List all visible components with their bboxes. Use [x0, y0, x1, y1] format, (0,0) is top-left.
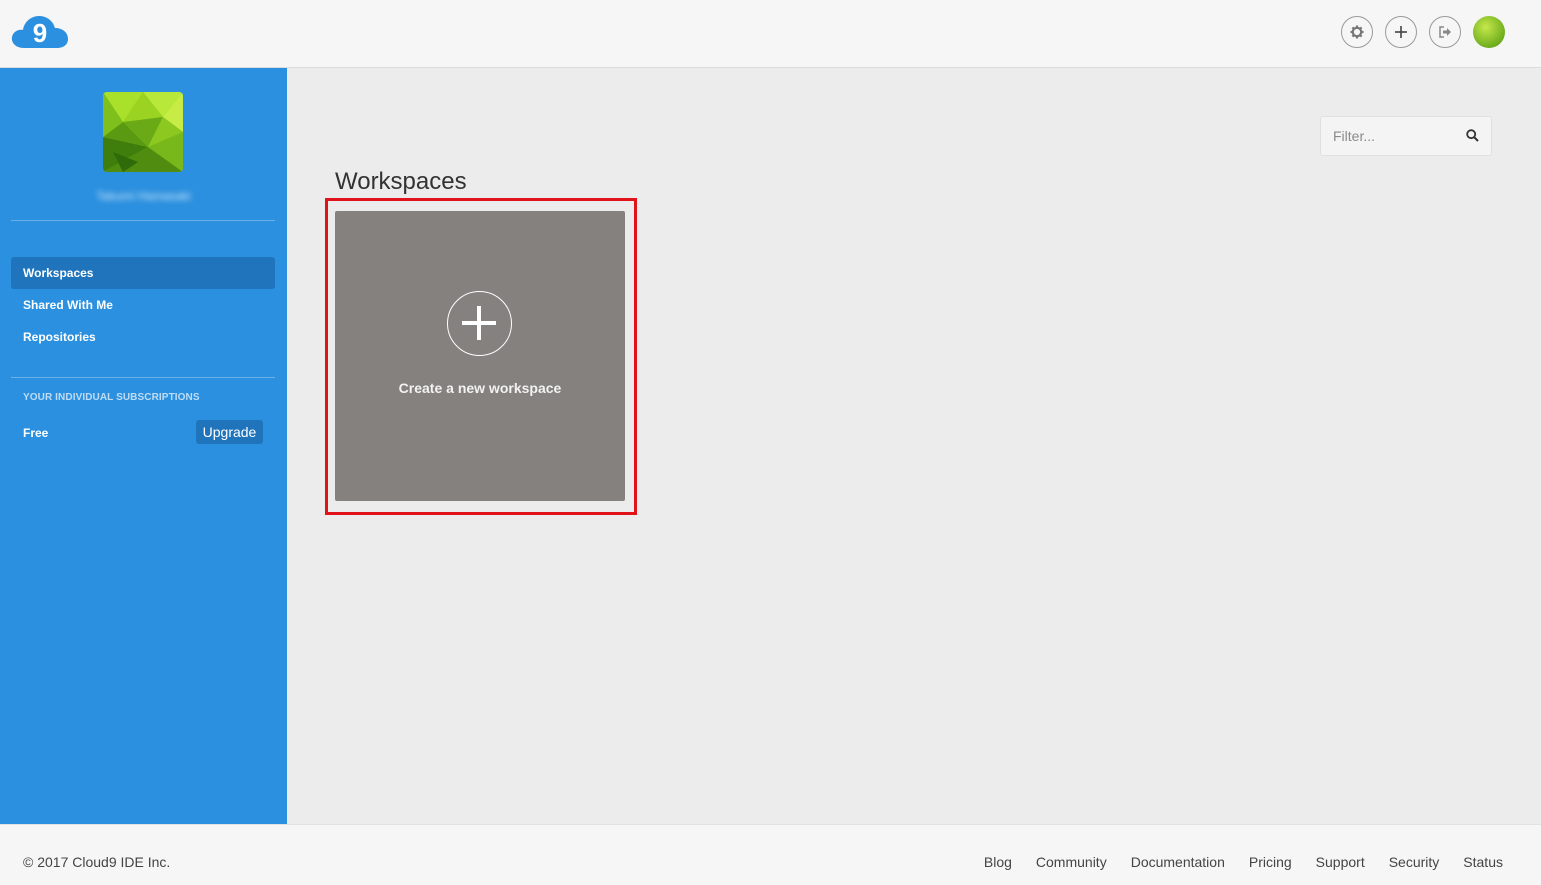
footer-link-security[interactable]: Security: [1389, 854, 1440, 870]
plan-label: Free: [23, 426, 49, 440]
sidebar-item-workspaces[interactable]: Workspaces: [11, 257, 275, 289]
username: Takumi Hamasaki: [96, 189, 191, 203]
footer-link-community[interactable]: Community: [1036, 854, 1107, 870]
footer: © 2017 Cloud9 IDE Inc. Blog Community Do…: [0, 824, 1541, 885]
filter-input[interactable]: [1321, 117, 1461, 155]
footer-link-status[interactable]: Status: [1463, 854, 1503, 870]
create-button[interactable]: [1385, 16, 1417, 48]
sidebar-divider: [11, 220, 275, 221]
settings-button[interactable]: [1341, 16, 1373, 48]
footer-link-support[interactable]: Support: [1316, 854, 1365, 870]
sidebar-divider: [11, 377, 275, 378]
footer-link-pricing[interactable]: Pricing: [1249, 854, 1292, 870]
sidebar-item-repositories[interactable]: Repositories: [11, 321, 275, 353]
upgrade-button[interactable]: Upgrade: [196, 420, 263, 444]
subscriptions-heading: YOUR INDIVIDUAL SUBSCRIPTIONS: [23, 392, 200, 403]
search-icon[interactable]: [1466, 129, 1479, 147]
sign-out-icon: [1438, 25, 1452, 39]
create-workspace-label: Create a new workspace: [398, 380, 562, 396]
sidebar: Takumi Hamasaki Workspaces Shared With M…: [0, 68, 287, 824]
footer-link-blog[interactable]: Blog: [984, 854, 1012, 870]
sidebar-item-shared-with-me[interactable]: Shared With Me: [11, 289, 275, 321]
page-title: Workspaces: [335, 168, 467, 195]
profile-avatar: [103, 92, 183, 172]
cloud9-logo-icon[interactable]: 9: [10, 12, 70, 52]
filter-box: [1320, 116, 1492, 156]
sidebar-nav: Workspaces Shared With Me Repositories: [11, 257, 275, 353]
footer-links: Blog Community Documentation Pricing Sup…: [984, 854, 1503, 870]
logout-button[interactable]: [1429, 16, 1461, 48]
copyright: © 2017 Cloud9 IDE Inc.: [23, 854, 171, 870]
footer-link-documentation[interactable]: Documentation: [1131, 854, 1225, 870]
plus-icon: [1394, 25, 1408, 39]
gear-icon: [1350, 25, 1364, 39]
user-avatar[interactable]: [1473, 16, 1505, 48]
svg-text:9: 9: [33, 18, 47, 48]
plus-circle-icon: [447, 291, 512, 356]
top-bar: 9: [0, 0, 1541, 68]
create-workspace-tile[interactable]: Create a new workspace: [335, 211, 625, 501]
